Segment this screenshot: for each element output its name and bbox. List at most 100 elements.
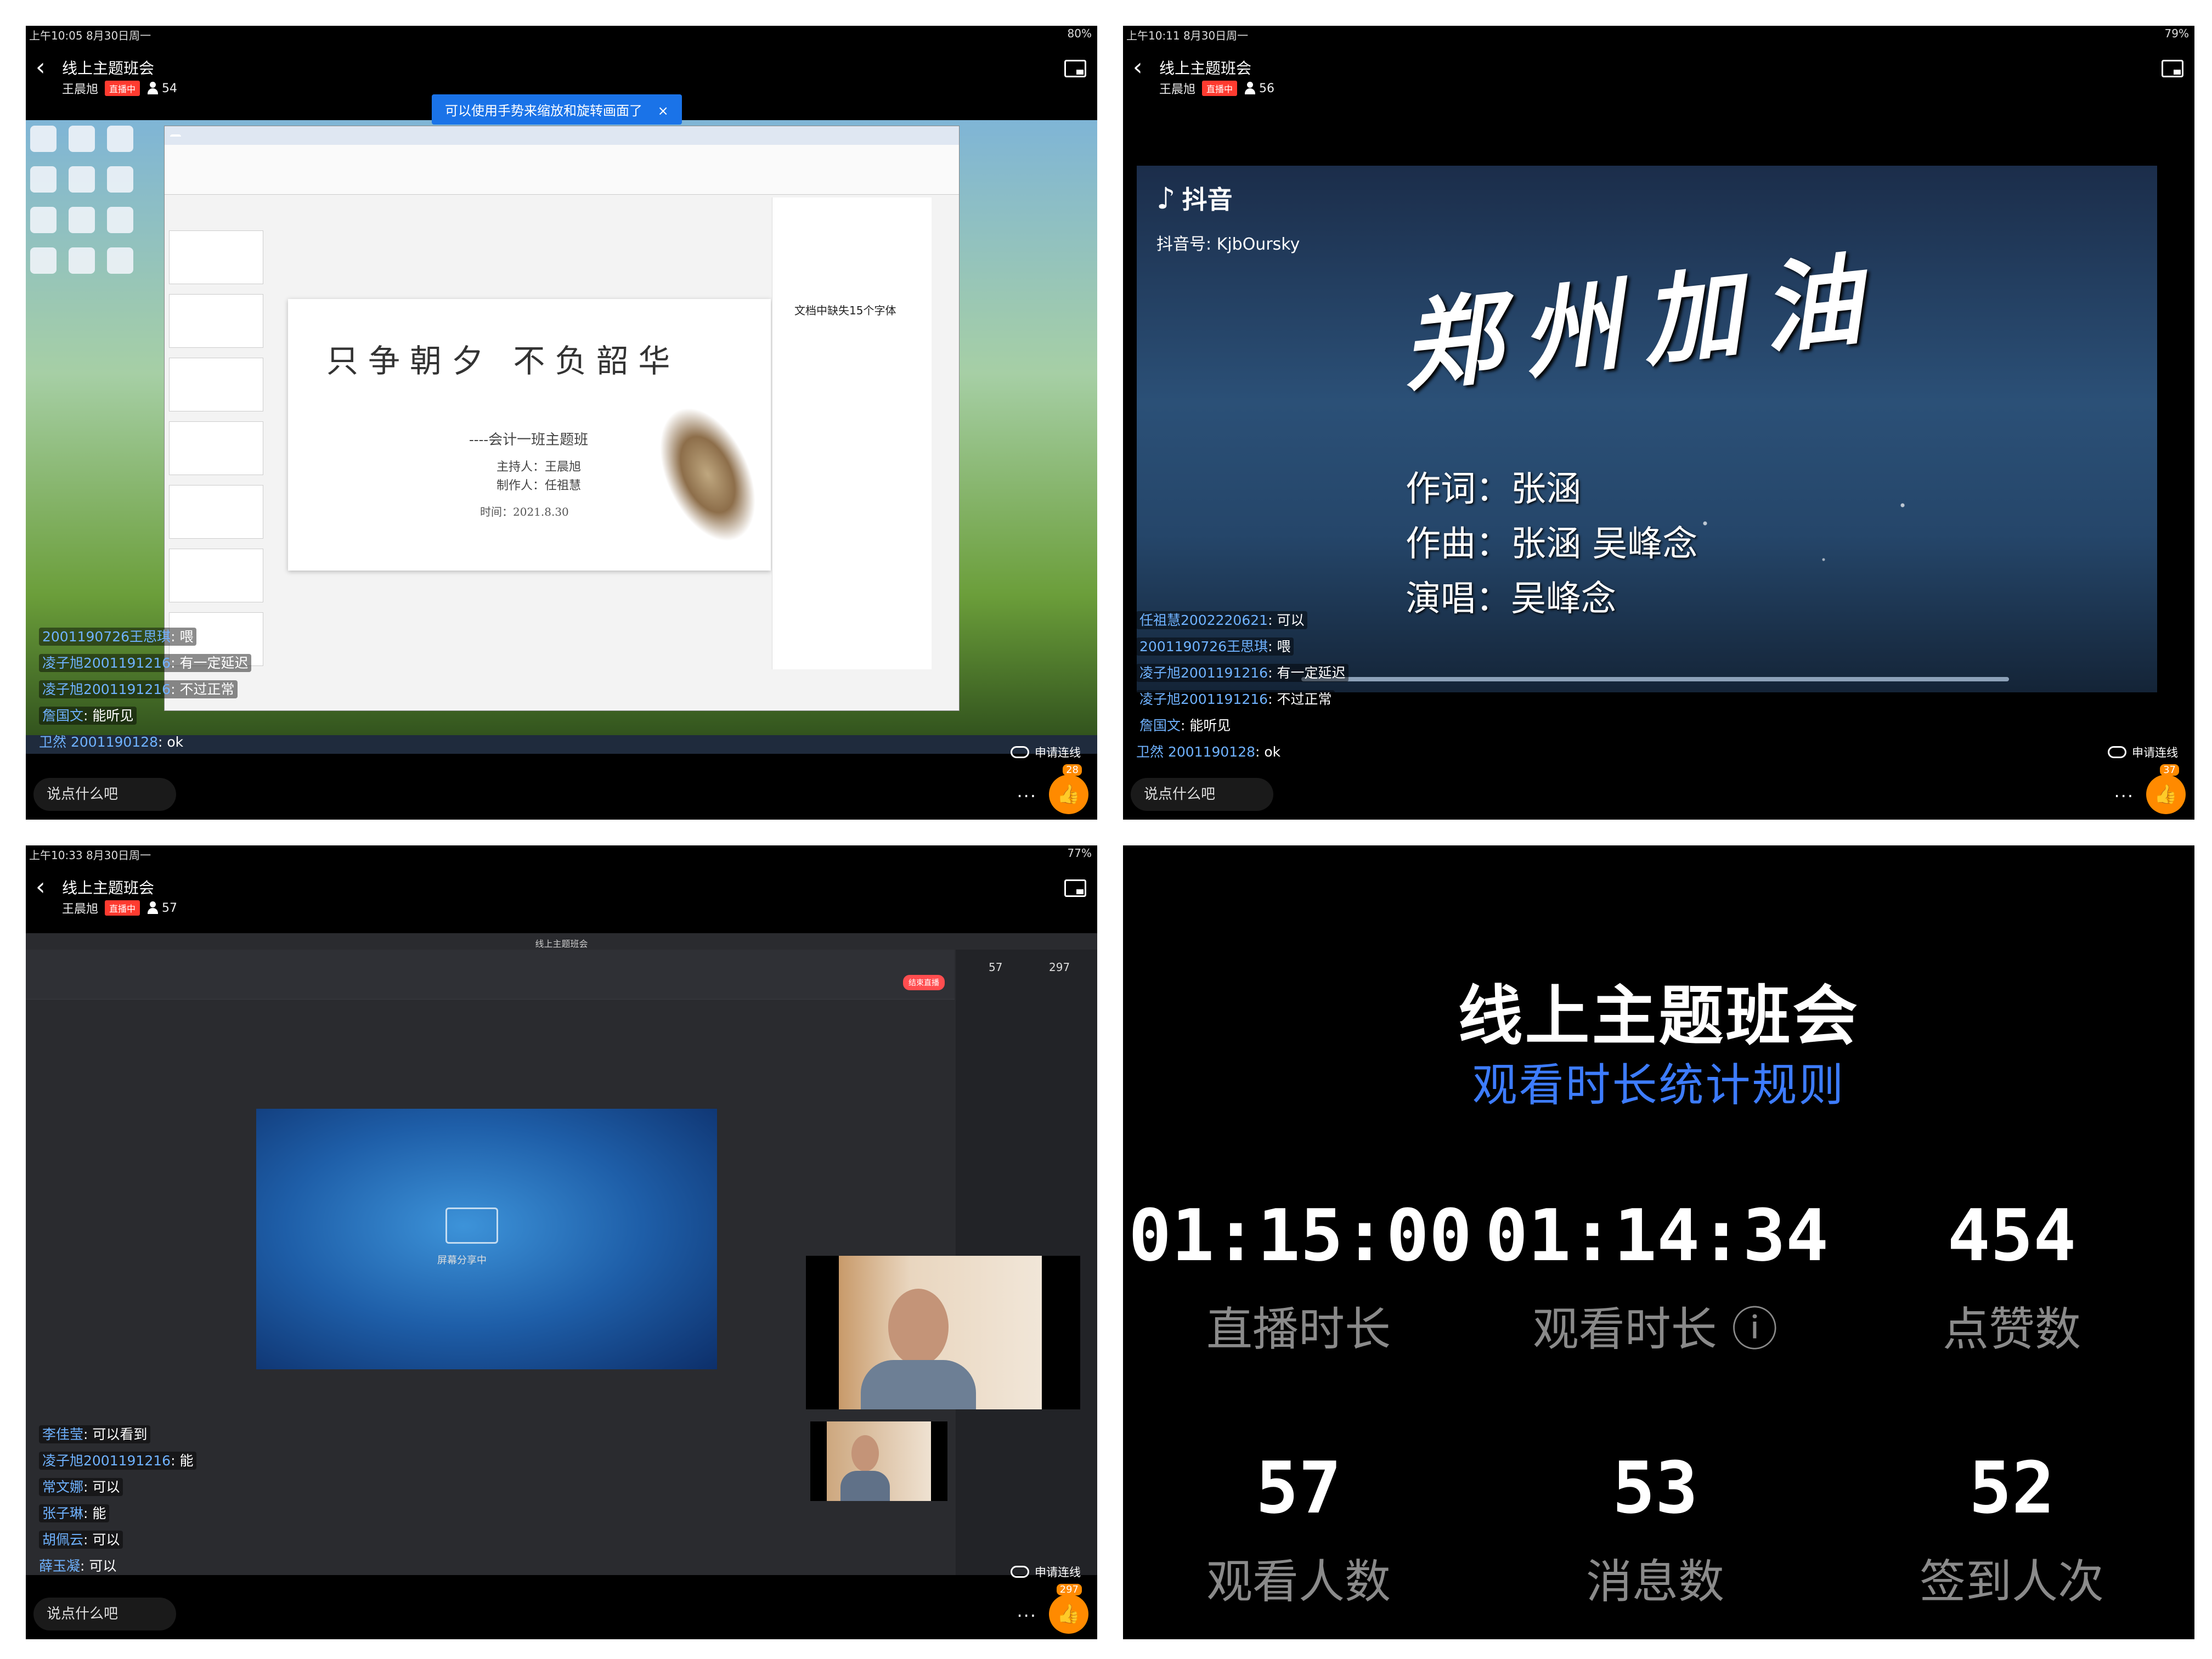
- status-bar: 上午10:33 8月30日周一 77%: [26, 845, 1097, 862]
- picture-in-picture-icon[interactable]: [1064, 879, 1086, 897]
- comment-input[interactable]: 说点什么吧: [1131, 778, 1273, 811]
- live-title: 线上主题班会: [62, 59, 155, 77]
- desktop-icon: [107, 126, 133, 152]
- slide-thumbnail: [169, 294, 263, 348]
- stat-label: 观看人数: [1206, 1555, 1391, 1609]
- comment-input[interactable]: 说点什么吧: [33, 778, 176, 811]
- chat-message: 张子琳: 能: [39, 1500, 196, 1527]
- viewer-count: 56: [1244, 82, 1274, 95]
- bottom-bar: 说点什么吧 申请连线 ··· 28 👍: [26, 743, 1097, 820]
- like-button[interactable]: 👍: [2146, 775, 2186, 814]
- status-bar: 上午10:05 8月30日周一 80%: [26, 26, 1097, 42]
- desktop-icons: [30, 126, 145, 274]
- presenter-head: [888, 1289, 949, 1365]
- desktop-icon: [107, 247, 133, 274]
- chat-username: 詹国文: [42, 708, 84, 724]
- toast-close-button[interactable]: ×: [658, 103, 669, 119]
- chat-message: 凌子旭2001191216: 能: [39, 1448, 197, 1474]
- request-link-button[interactable]: 申请连线: [2108, 744, 2178, 760]
- person-icon: [146, 82, 159, 95]
- chat-message: 胡佩云: 可以: [39, 1527, 196, 1553]
- request-link-button[interactable]: 申请连线: [1011, 1564, 1081, 1580]
- back-icon[interactable]: ‹: [1133, 55, 1143, 80]
- more-button[interactable]: ···: [2114, 786, 2134, 806]
- watch-time-rules-link[interactable]: 观看时长统计规则: [1123, 1048, 2194, 1114]
- end-live-button[interactable]: 结束直播: [903, 975, 945, 990]
- chat-text: 不过正常: [179, 681, 235, 697]
- chat-message: 常文娜: 可以: [39, 1474, 196, 1500]
- presenter-camera-small: [810, 1421, 947, 1501]
- link-icon: [1011, 1566, 1029, 1578]
- viewer-count-value: 57: [162, 901, 178, 915]
- back-icon[interactable]: ‹: [36, 875, 46, 899]
- slide-thumbnail: [169, 485, 263, 539]
- video-progress-bar[interactable]: [1301, 677, 2009, 681]
- slide-host: 主持人：王晨旭: [496, 460, 582, 474]
- chat-message: 凌子旭2001191216: 有一定延迟: [1136, 660, 1349, 686]
- like-button[interactable]: 👍: [1049, 1594, 1088, 1634]
- chat-username: 凌子旭2001191216: [42, 1453, 171, 1469]
- host-name: 王晨旭: [1159, 83, 1196, 97]
- more-button[interactable]: ···: [1017, 1605, 1037, 1626]
- host-name: 王晨旭: [62, 83, 99, 97]
- presentation-window: 只争朝夕 不负韶华 ----会计一班主题班 主持人：王晨旭 制作人：任祖慧 时间…: [164, 126, 960, 711]
- comment-input[interactable]: 说点什么吧: [33, 1598, 176, 1630]
- screen-share-icon: [445, 1207, 498, 1244]
- ribbon-toolbar: [165, 145, 959, 195]
- desktop-icon: [30, 126, 57, 152]
- stat-label: 直播时长: [1206, 1302, 1391, 1356]
- chat-message: 任祖慧2002220621: 可以: [1136, 607, 1348, 634]
- stat-value: 01:15:00: [1128, 1194, 1472, 1277]
- livestream-panel-video: 上午10:11 8月30日周一 79% ‹ 线上主题班会 王晨旭 直播中 56 …: [1123, 26, 2194, 820]
- tiktok-brand: ♪ 抖音: [1156, 180, 1232, 216]
- chat-username: 凌子旭2001191216: [1139, 665, 1268, 681]
- live-header: ‹ 线上主题班会 王晨旭 直播中 57: [26, 867, 1097, 933]
- chat-text: 能听见: [1189, 718, 1231, 733]
- font-panel-title: 文档中缺失15个字体: [794, 304, 896, 317]
- screen-share-label: 屏幕分享中: [437, 1255, 487, 1266]
- request-link-label: 申请连线: [1035, 1566, 1081, 1579]
- gesture-toast: 可以使用手势来缩放和旋转画面了 ×: [432, 94, 682, 125]
- summary-title: 线上主题班会: [1458, 978, 1860, 1054]
- live-badge: 直播中: [1202, 81, 1238, 96]
- picture-in-picture-icon[interactable]: [2162, 60, 2183, 77]
- chat-text: 有一定延迟: [179, 655, 249, 671]
- toast-text: 可以使用手势来缩放和旋转画面了: [445, 103, 642, 119]
- chat-username: 詹国文: [1139, 718, 1181, 733]
- slide-thumbnail: [169, 230, 263, 284]
- more-button[interactable]: ···: [1017, 786, 1037, 806]
- back-icon[interactable]: ‹: [36, 55, 46, 80]
- like-count: 28: [1063, 764, 1082, 776]
- like-button[interactable]: 👍: [1049, 775, 1088, 814]
- desktop-icon: [30, 207, 57, 233]
- stat-label[interactable]: 观看时长 ⓘ: [1485, 1293, 1825, 1359]
- app-tabs: [165, 126, 959, 145]
- desktop-icon: [69, 207, 95, 233]
- desktop-icon: [30, 247, 57, 274]
- chat-text: 有一定延迟: [1277, 665, 1346, 681]
- live-summary-panel: 线上主题班会 观看时长统计规则 01:15:00 直播时长 01:14:34 观…: [1123, 845, 2194, 1639]
- current-slide: 只争朝夕 不负韶华 ----会计一班主题班 主持人：王晨旭 制作人：任祖慧 时间…: [288, 299, 775, 571]
- viewer-count-value: 54: [162, 81, 178, 95]
- person-icon: [146, 901, 159, 915]
- live-badge: 直播中: [105, 81, 140, 96]
- stat-viewers: 57 观看人数: [1128, 1446, 1469, 1611]
- chat-text: 可以: [92, 1532, 120, 1548]
- stat-checkins: 52 签到人次: [1842, 1446, 2182, 1611]
- picture-in-picture-icon[interactable]: [1064, 60, 1086, 77]
- like-total: 297: [1049, 961, 1070, 974]
- request-link-button[interactable]: 申请连线: [1011, 744, 1081, 760]
- chat-username: 常文娜: [42, 1479, 84, 1495]
- link-icon: [2108, 746, 2126, 758]
- chat-message: 凌子旭2001191216: 有一定延迟: [39, 650, 252, 676]
- presenter-camera: [806, 1256, 1080, 1409]
- font-panel: 文档中缺失15个字体: [772, 198, 932, 669]
- slide-thumbnails: [169, 230, 263, 676]
- presenter-body: [840, 1471, 890, 1501]
- chat-text: 不过正常: [1277, 691, 1332, 707]
- stat-label: 签到人次: [1919, 1555, 2104, 1609]
- stat-watch-duration: 01:14:34 观看时长 ⓘ: [1485, 1194, 1829, 1359]
- presenter-body: [861, 1360, 976, 1409]
- chat-text: 可以: [92, 1479, 120, 1495]
- chat-list: 任祖慧2002220621: 可以 2001190726王思琪: 喂 凌子旭20…: [1136, 607, 1349, 765]
